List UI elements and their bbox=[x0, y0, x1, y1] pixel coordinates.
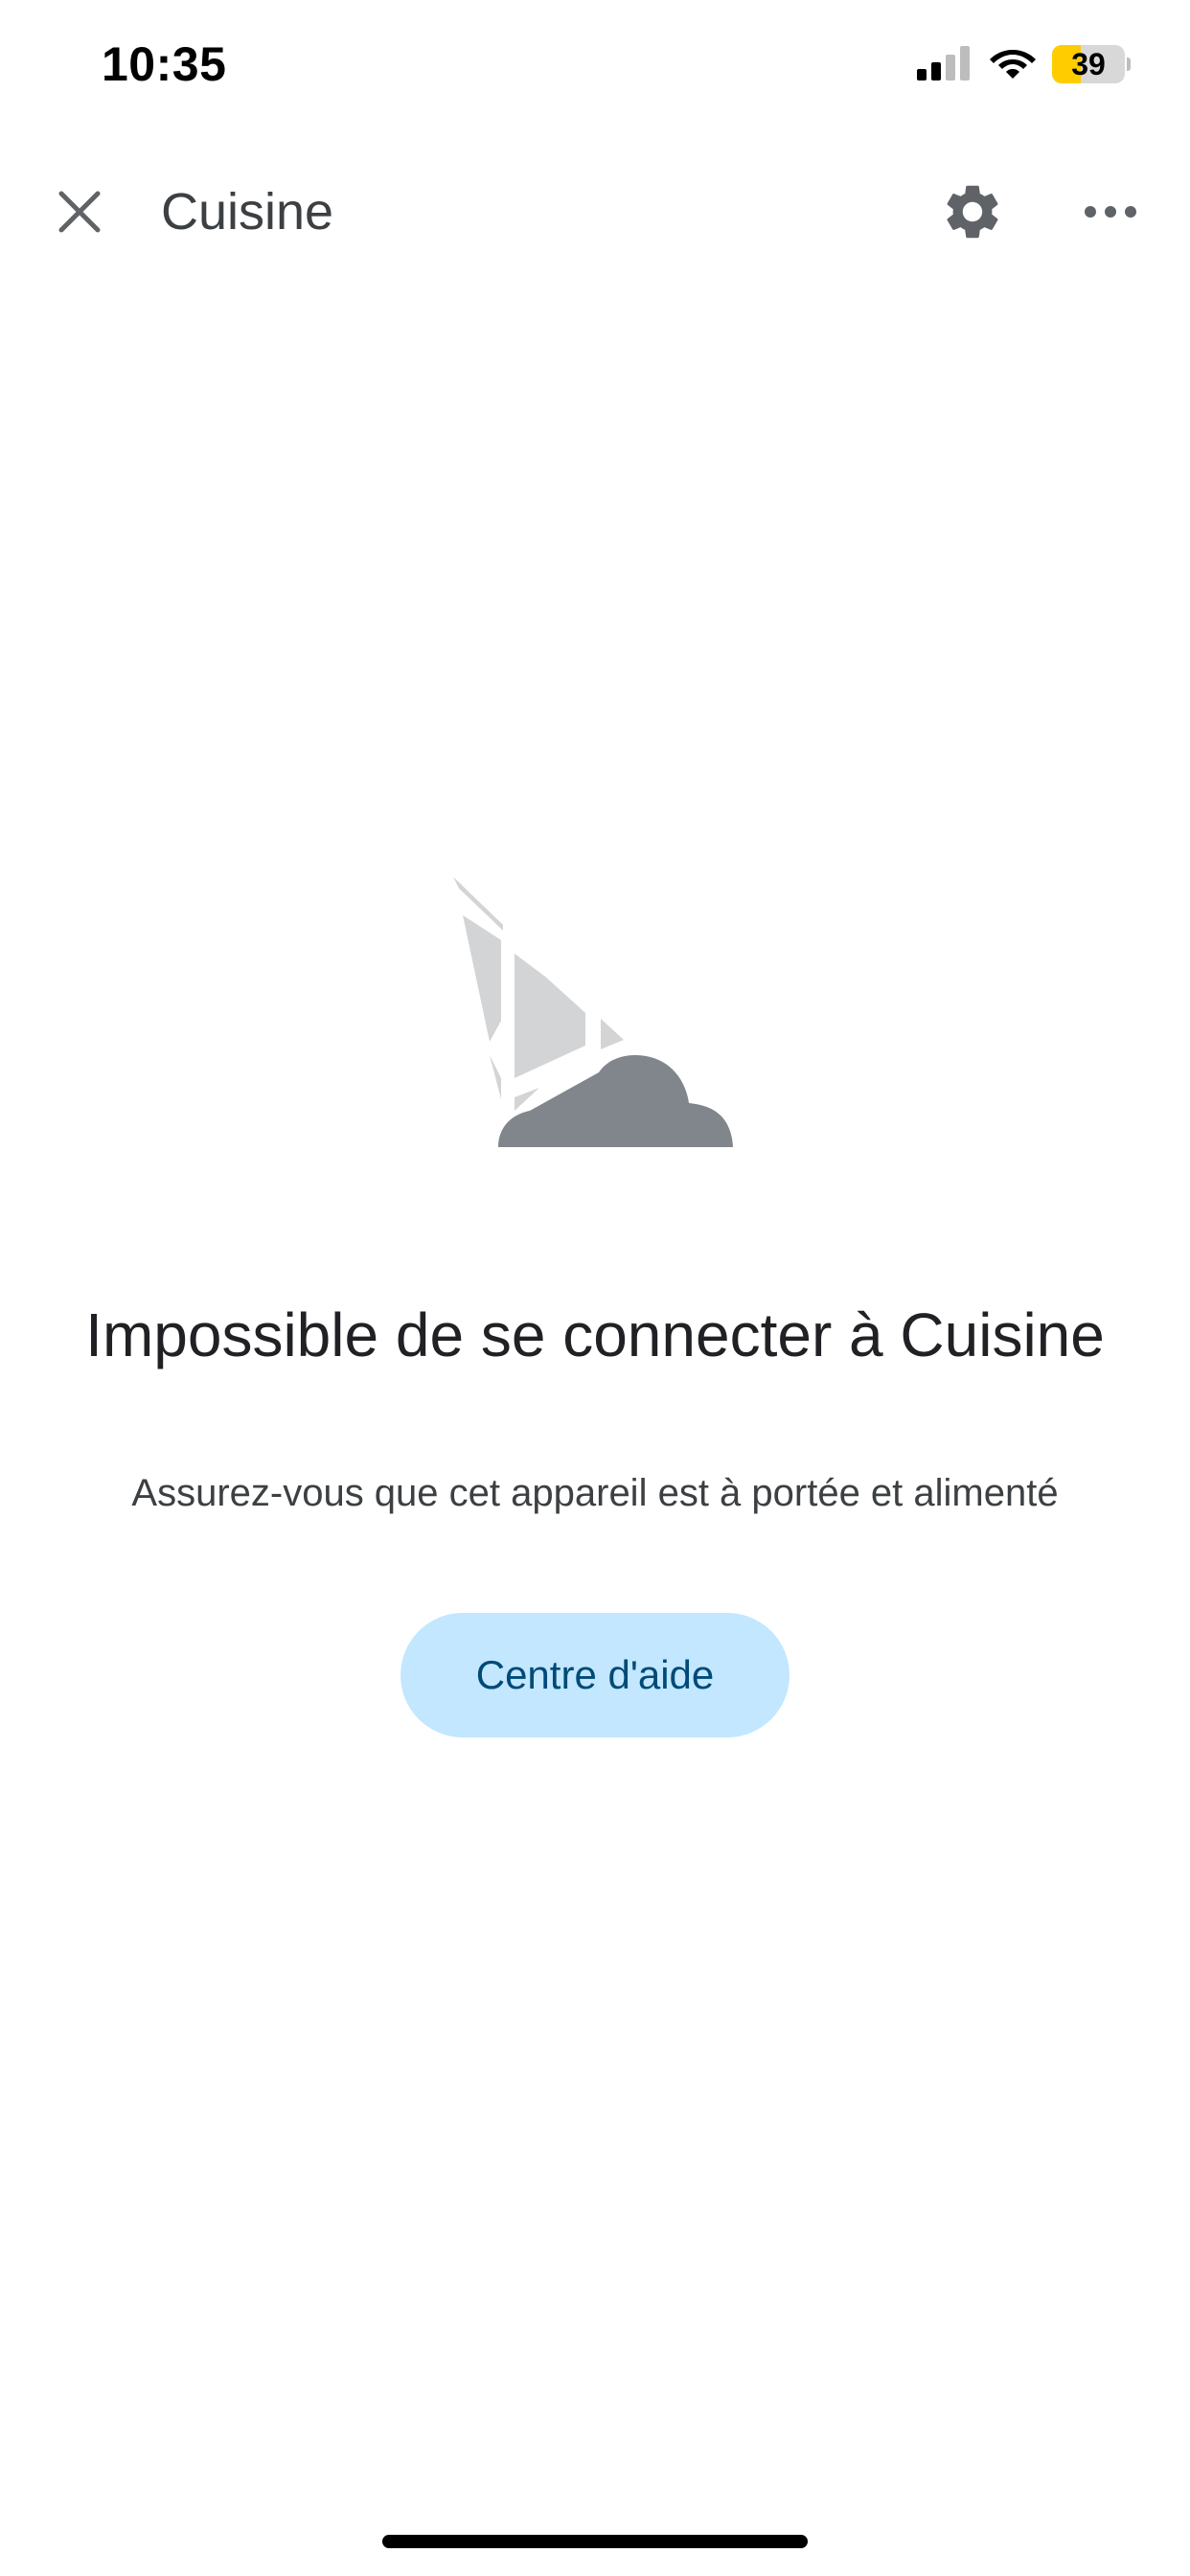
more-horizontal-icon bbox=[1085, 206, 1136, 218]
app-bar: Cuisine bbox=[0, 144, 1190, 268]
gear-icon bbox=[947, 185, 998, 239]
cellular-signal-icon bbox=[917, 46, 970, 80]
disconnected-cloud-illustration bbox=[453, 877, 733, 1147]
close-button[interactable] bbox=[42, 174, 117, 249]
more-options-button[interactable] bbox=[1071, 172, 1150, 251]
error-title: Impossible de se connecter à Cuisine bbox=[85, 1300, 1105, 1369]
help-center-button[interactable]: Centre d'aide bbox=[400, 1613, 790, 1737]
settings-button[interactable] bbox=[933, 172, 1012, 251]
status-bar: 10:35 39 bbox=[0, 0, 1190, 134]
battery-indicator: 39 bbox=[1052, 45, 1131, 83]
close-icon bbox=[58, 191, 101, 233]
battery-level: 39 bbox=[1071, 47, 1106, 81]
status-time: 10:35 bbox=[102, 37, 227, 91]
wifi-icon bbox=[990, 50, 1036, 79]
home-indicator[interactable] bbox=[382, 2535, 808, 2548]
page-title: Cuisine bbox=[161, 183, 334, 241]
error-subtitle: Assurez-vous que cet appareil est à port… bbox=[131, 1472, 1059, 1514]
